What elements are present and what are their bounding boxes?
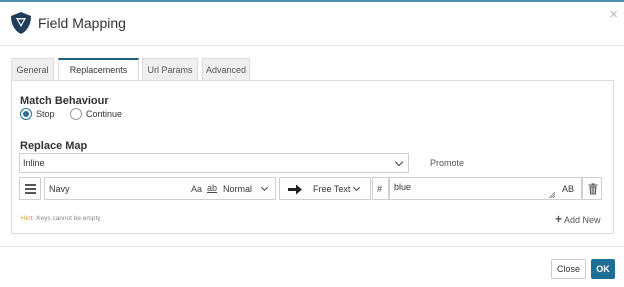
promote-link[interactable]: Promote xyxy=(430,158,464,168)
arrow-right-icon xyxy=(288,184,302,195)
value-field[interactable]: blue AB xyxy=(389,177,582,200)
add-new-button[interactable]: + Add New xyxy=(555,212,601,226)
shield-logo-icon xyxy=(11,12,31,34)
ok-button[interactable]: OK xyxy=(591,259,615,279)
drag-handle[interactable] xyxy=(19,177,41,200)
replace-type-select[interactable]: Free Text xyxy=(313,184,350,194)
replacements-panel: Match Behaviour Stop Continue Replace Ma… xyxy=(11,80,614,234)
tab-advanced[interactable]: Advanced xyxy=(202,58,250,80)
dialog-header: Field Mapping × xyxy=(0,2,624,46)
tab-general[interactable]: General xyxy=(11,58,54,80)
footer-divider xyxy=(0,246,624,247)
trash-icon xyxy=(588,183,598,195)
delete-row-button[interactable] xyxy=(582,177,602,200)
match-mode-select[interactable]: Normal xyxy=(223,184,252,194)
radio-circle[interactable] xyxy=(20,108,32,120)
chevron-down-icon xyxy=(394,157,404,167)
hamburger-icon xyxy=(25,184,36,194)
hint-message: Keys cannot be empty xyxy=(36,215,101,222)
chevron-down-icon xyxy=(352,183,361,192)
tab-replacements[interactable]: Replacements xyxy=(58,58,139,81)
replace-type-field[interactable]: Free Text xyxy=(279,177,371,200)
match-behaviour-label: Match Behaviour xyxy=(20,95,109,107)
replace-map-type-select[interactable]: Inline xyxy=(19,153,409,173)
radio-circle[interactable] xyxy=(70,108,82,120)
close-icon[interactable]: × xyxy=(609,7,618,22)
key-input[interactable]: Navy xyxy=(49,184,70,194)
key-field[interactable]: Navy Aa ab Normal xyxy=(44,177,276,200)
add-new-label: Add New xyxy=(564,215,601,225)
radio-continue-label: Continue xyxy=(86,109,123,119)
replace-map-label: Replace Map xyxy=(20,140,88,152)
close-button[interactable]: Close xyxy=(551,259,586,279)
dialog-title: Field Mapping xyxy=(38,15,126,31)
hash-icon: # xyxy=(377,184,383,194)
hash-toggle[interactable]: # xyxy=(372,177,389,200)
plus-icon: + xyxy=(555,212,563,226)
replace-map-type-value: Inline xyxy=(23,158,45,168)
match-case-toggle[interactable]: Aa xyxy=(191,184,202,194)
value-textarea[interactable]: blue xyxy=(394,182,411,192)
hint-text: Hint: Keys cannot be empty xyxy=(21,215,101,222)
chevron-down-icon xyxy=(260,183,269,192)
whole-word-toggle[interactable]: ab xyxy=(207,183,217,193)
resize-handle-icon[interactable] xyxy=(548,191,556,199)
radio-stop-label: Stop xyxy=(36,109,55,119)
hint-tag: Hint: xyxy=(21,215,35,222)
value-format-toggle[interactable]: AB xyxy=(562,184,574,194)
replace-map-row: Navy Aa ab Normal Free Text # blue AB xyxy=(19,177,602,200)
tab-url-params[interactable]: Url Params xyxy=(142,58,198,80)
